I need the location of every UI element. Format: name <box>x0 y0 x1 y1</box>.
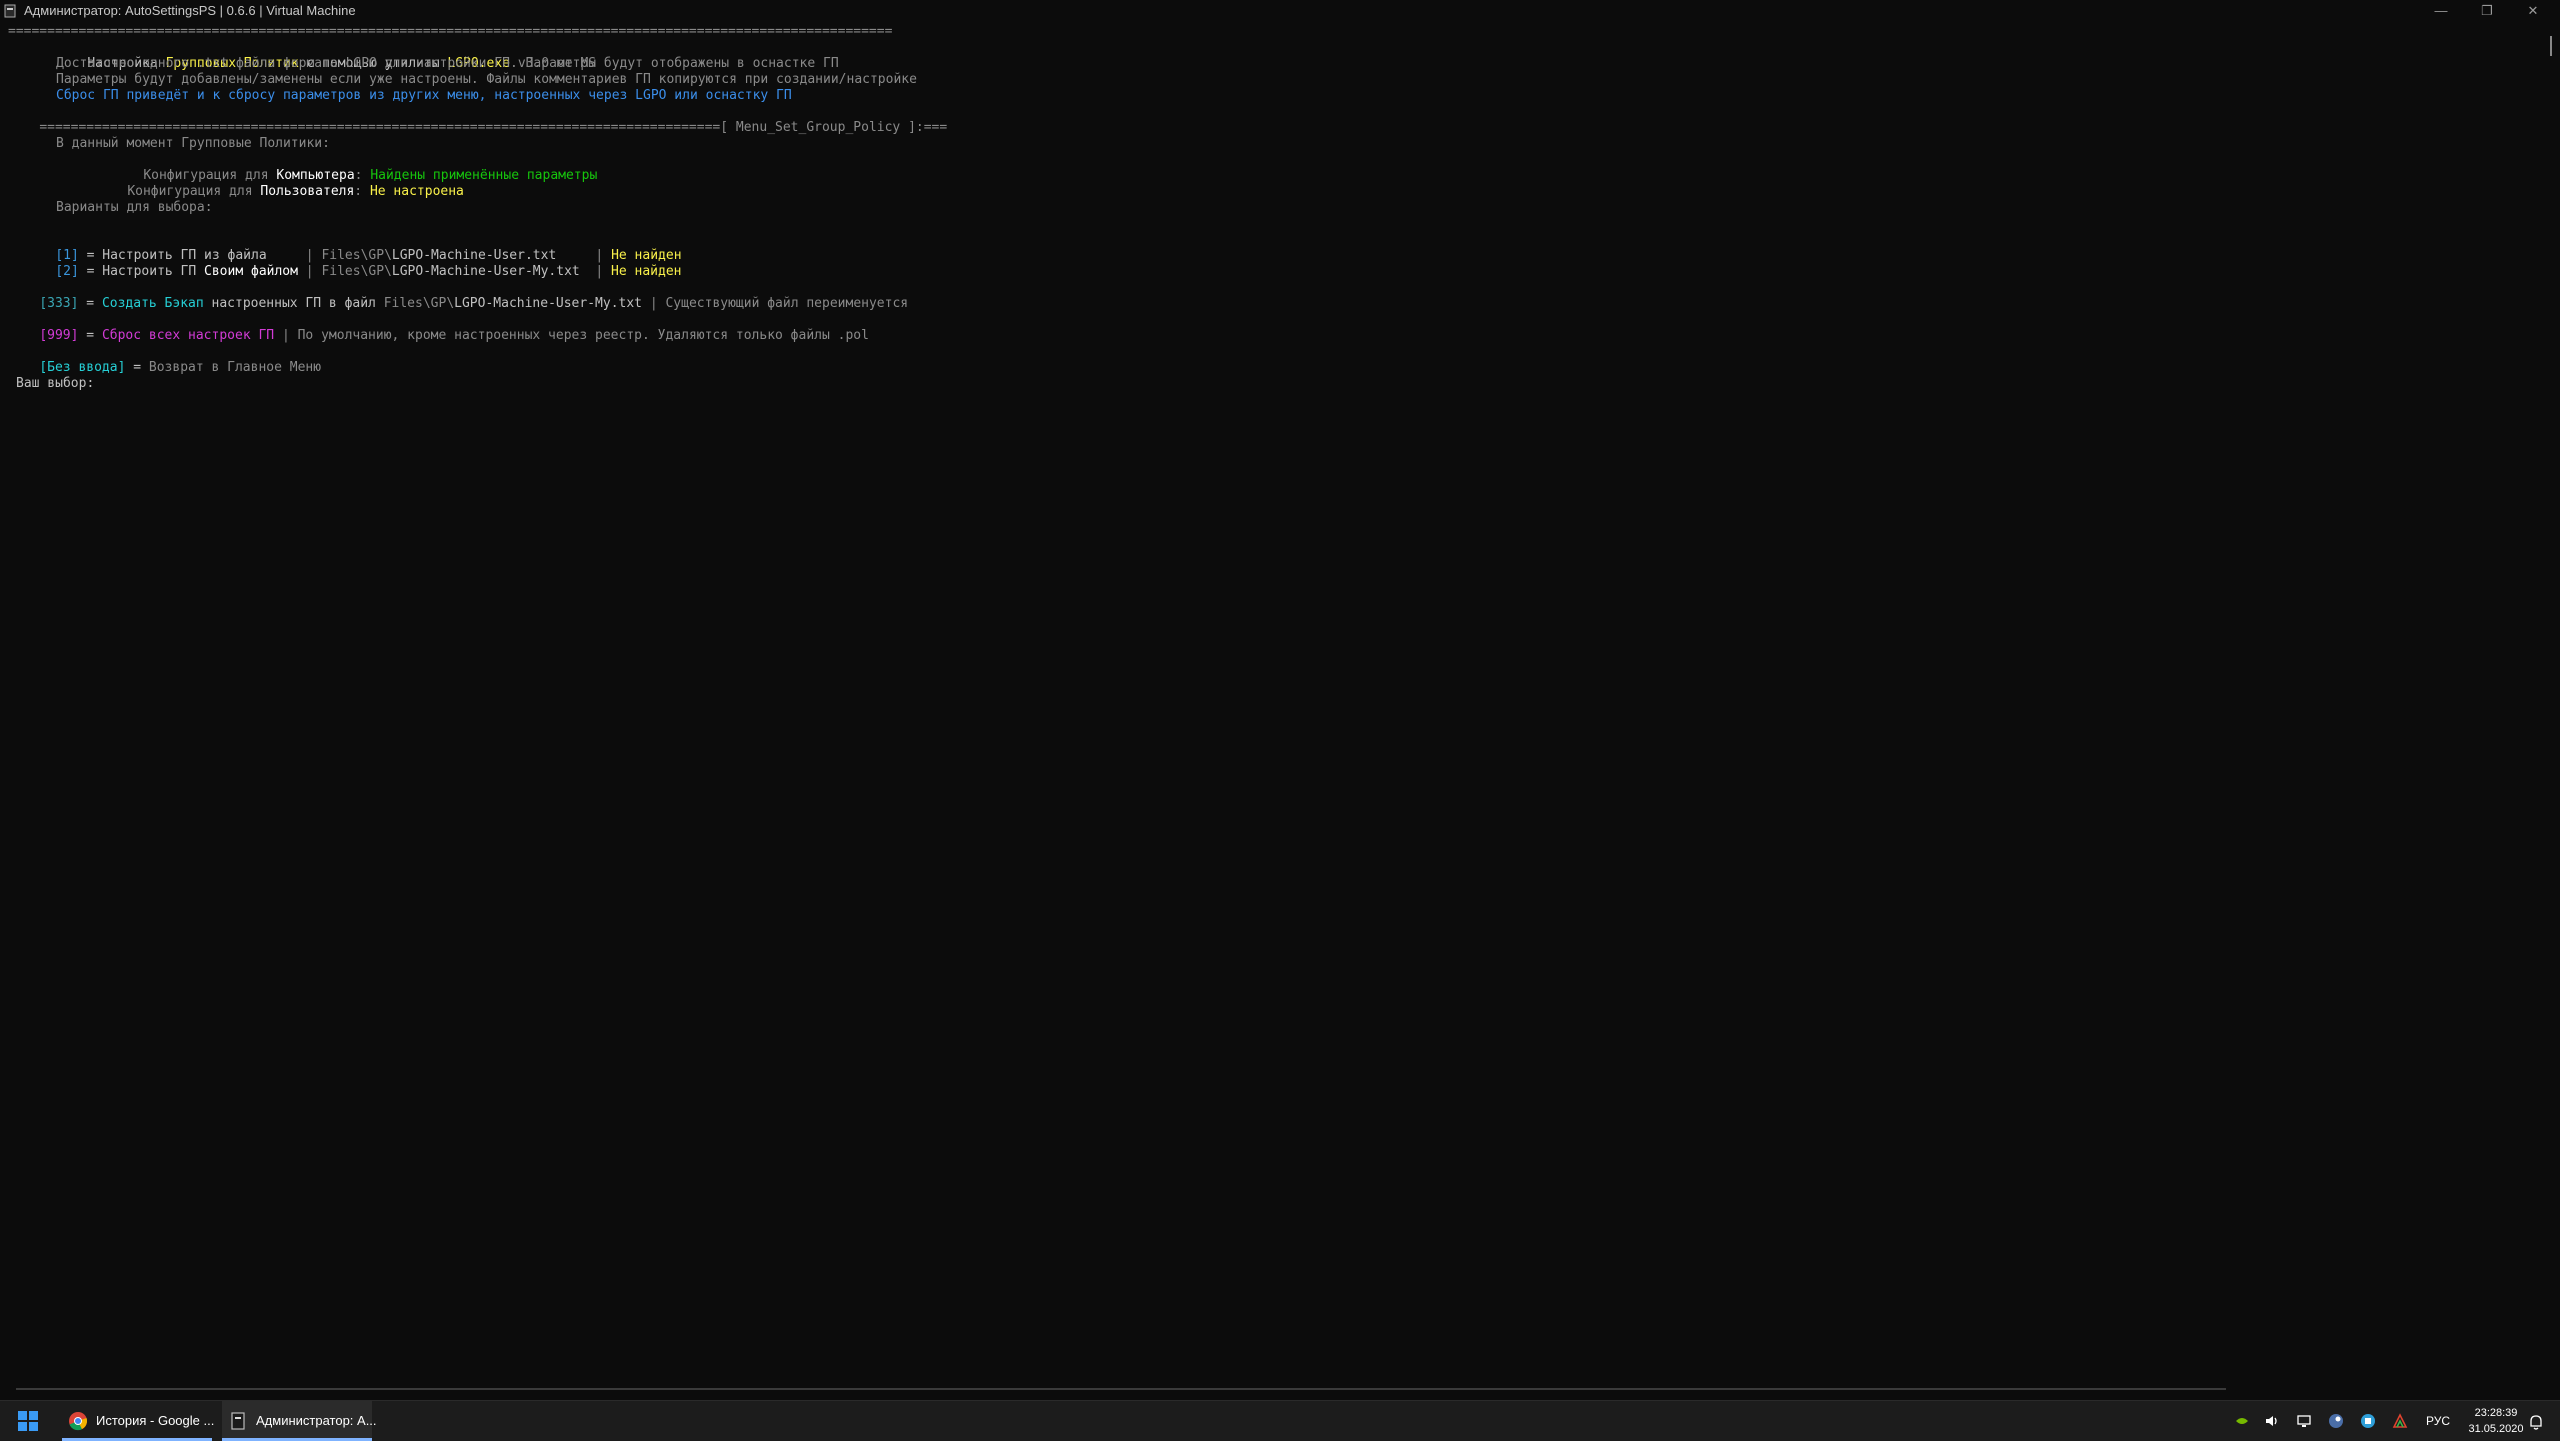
notification-icon[interactable] <box>2527 1413 2545 1431</box>
start-button[interactable] <box>6 1401 50 1441</box>
console-output[interactable]: ========================================… <box>0 22 2544 1386</box>
steam-icon[interactable] <box>2328 1413 2344 1429</box>
taskbar: История - Google ... Администратор: A...… <box>0 1400 2560 1441</box>
clock-date: 31.05.2020 <box>2468 1423 2524 1435</box>
language-indicator[interactable]: РУС <box>2426 1414 2450 1428</box>
minimize-button[interactable]: — <box>2418 0 2464 22</box>
header-line-3: Параметры будут добавлены/заменены если … <box>56 72 917 87</box>
restore-button[interactable]: ❐ <box>2464 0 2510 22</box>
chrome-icon <box>69 1412 88 1431</box>
app-icon[interactable] <box>2360 1413 2376 1429</box>
scrollbar-thumb[interactable] <box>2550 36 2552 56</box>
taskbar-item-chrome[interactable]: История - Google ... <box>62 1401 215 1441</box>
horizontal-scrollbar[interactable] <box>16 1388 2226 1390</box>
header-line-4: Сброс ГП приведёт и к сбросу параметров … <box>56 88 792 103</box>
taskbar-item-terminal[interactable]: Администратор: A... <box>222 1401 377 1441</box>
window-title: Администратор: AutoSettingsPS | 0.6.6 | … <box>24 3 356 18</box>
close-button[interactable]: ✕ <box>2510 0 2556 22</box>
volume-icon[interactable] <box>2264 1413 2280 1429</box>
taskbar-clock[interactable]: 23:28:39 31.05.2020 <box>2468 1405 2524 1437</box>
window-titlebar[interactable]: Администратор: AutoSettingsPS | 0.6.6 | … <box>0 0 2560 22</box>
menu-tag: [ Menu_Set_Group_Policy ] <box>720 120 916 135</box>
input-prompt[interactable]: Ваш выбор: <box>16 376 94 392</box>
terminal-icon <box>231 1412 245 1430</box>
nvidia-icon[interactable] <box>2234 1413 2250 1429</box>
taskbar-item-label: История - Google ... <box>96 1413 215 1428</box>
terminal-app-icon <box>4 4 16 18</box>
header-line-2: Достаточно одного .txt файла формата LGP… <box>56 56 839 71</box>
options-title: Варианты для выбора: <box>56 200 213 215</box>
vertical-scrollbar[interactable] <box>2544 22 2560 1386</box>
clock-time: 23:28:39 <box>2474 1407 2518 1419</box>
separator-line: ========================================… <box>8 24 893 39</box>
status-title: В данный момент Групповые Политики: <box>56 136 330 151</box>
taskbar-item-label: Администратор: A... <box>256 1413 377 1428</box>
network-icon[interactable] <box>2296 1413 2312 1429</box>
antivirus-icon[interactable] <box>2392 1413 2408 1429</box>
windows-logo-icon <box>18 1411 38 1431</box>
